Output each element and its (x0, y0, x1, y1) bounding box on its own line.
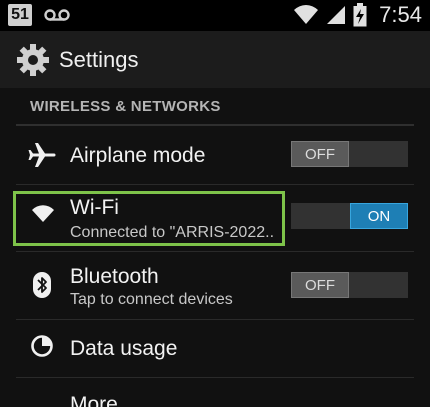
row-divider (16, 319, 414, 320)
row-divider (16, 251, 414, 252)
row-divider (16, 184, 414, 185)
bluetooth-status: Tap to connect devices (70, 291, 233, 308)
settings-list: WIRELESS & NETWORKS Airplane mode OFF Wi… (0, 88, 430, 407)
status-clock: 7:54 (379, 2, 422, 27)
signal-icon (327, 6, 346, 24)
action-bar: Settings (0, 31, 430, 88)
voicemail-icon (44, 9, 70, 21)
wifi-toggle[interactable]: ON (291, 203, 408, 229)
airplane-mode-toggle[interactable]: OFF (291, 141, 408, 167)
airplane-icon (28, 143, 56, 167)
bluetooth-label: Bluetooth (70, 265, 159, 288)
notification-count-badge: 51 (8, 4, 32, 26)
section-divider (16, 124, 414, 126)
wifi-toggle-state: ON (350, 203, 408, 229)
gear-icon[interactable] (16, 43, 50, 77)
bluetooth-toggle-state: OFF (291, 272, 349, 298)
battery-charging-icon (353, 3, 367, 27)
more-label: More... (70, 393, 136, 407)
setting-item-more[interactable]: More... (0, 379, 430, 407)
row-divider (16, 377, 414, 378)
setting-item-airplane-mode[interactable]: Airplane mode OFF (0, 130, 430, 180)
bluetooth-toggle[interactable]: OFF (291, 272, 408, 298)
setting-item-bluetooth[interactable]: Bluetooth Tap to connect devices OFF (0, 253, 430, 317)
airplane-mode-label: Airplane mode (70, 144, 206, 167)
data-usage-icon (31, 335, 53, 357)
setting-item-data-usage[interactable]: Data usage (0, 321, 430, 375)
wifi-icon (294, 5, 319, 24)
section-title: WIRELESS & NETWORKS (30, 98, 221, 115)
airplane-mode-toggle-state: OFF (291, 141, 349, 167)
status-bar: 51 7:54 (0, 0, 430, 31)
data-usage-label: Data usage (70, 337, 178, 360)
wifi-highlight-box (13, 191, 285, 246)
page-title: Settings (59, 46, 139, 72)
section-header: WIRELESS & NETWORKS (0, 88, 430, 124)
bluetooth-icon (33, 272, 51, 298)
